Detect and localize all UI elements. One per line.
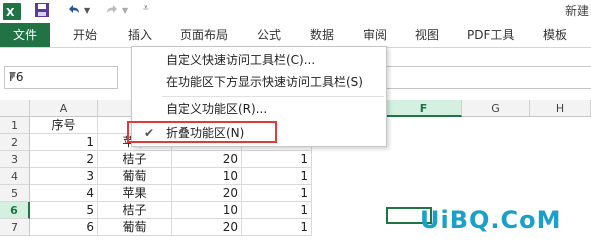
menu-item-customize-qat[interactable]: 自定义快速访问工具栏(C)... [132,49,386,71]
excel-app-icon: X [3,3,21,23]
cell[interactable]: 1 [242,151,312,168]
tab-page-layout[interactable]: 页面布局 [180,23,228,47]
redo-icon[interactable] [104,2,120,21]
tab-view[interactable]: 视图 [415,23,439,47]
row-header[interactable]: 5 [0,185,30,202]
menu-item-label: 自定义功能区(R)... [166,102,268,116]
chevron-down-icon[interactable]: ▼ [9,71,114,81]
select-all-corner[interactable] [0,100,30,117]
cell[interactable]: 10 [172,202,242,219]
tab-file[interactable]: 文件 [0,23,50,47]
annotation-highlight-box [127,121,277,143]
row-header[interactable]: 4 [0,168,30,185]
undo-dropdown-icon[interactable]: ▼ [84,6,90,15]
menu-separator [162,96,384,97]
cell[interactable]: 葡萄 [98,219,172,236]
menu-item-label: 在功能区下方显示快速访问工具栏(S) [166,75,363,89]
cell[interactable]: 20 [172,185,242,202]
tab-home[interactable]: 开始 [73,23,97,47]
ribbon-tabs: 文件 开始 插入 页面布局 公式 数据 审阅 视图 PDF工具 模板 [0,23,591,48]
name-box[interactable]: F6 ▼ [4,66,118,89]
column-header-selected[interactable]: F [386,100,462,117]
column-header[interactable]: A [30,100,98,117]
cell[interactable]: 2 [30,151,98,168]
cell[interactable]: 10 [172,168,242,185]
tab-review[interactable]: 审阅 [363,23,387,47]
menu-item-customize-ribbon[interactable]: 自定义功能区(R)... [132,98,386,120]
cell[interactable]: 4 [30,185,98,202]
cell[interactable]: 20 [172,219,242,236]
cell[interactable]: 3 [30,168,98,185]
svg-text:X: X [6,6,15,19]
cell[interactable]: 1 [242,168,312,185]
cell[interactable]: 桔子 [98,151,172,168]
menu-item-label: 自定义快速访问工具栏(C)... [166,53,316,67]
row-header[interactable]: 1 [0,117,30,134]
cell[interactable]: 苹果 [98,185,172,202]
cell[interactable]: 5 [30,202,98,219]
cell[interactable]: 葡萄 [98,168,172,185]
watermark: UiBQ.CoM [420,206,591,242]
undo-icon[interactable] [66,2,82,21]
watermark-text: UiBQ.CoM [420,206,562,234]
row-header-selected[interactable]: 6 [0,202,30,219]
cell[interactable]: 序号 [30,117,98,134]
tab-formulas[interactable]: 公式 [257,23,281,47]
save-icon[interactable] [34,2,50,21]
formula-bar[interactable] [386,66,591,89]
menu-item-show-qat-below[interactable]: 在功能区下方显示快速访问工具栏(S) [132,71,386,93]
tab-insert[interactable]: 插入 [128,23,152,47]
cell[interactable]: 20 [172,151,242,168]
row-header[interactable]: 3 [0,151,30,168]
tab-pdf-tools[interactable]: PDF工具 [467,23,514,47]
cell[interactable]: 1 [242,202,312,219]
row-header[interactable]: 2 [0,134,30,151]
window-title: 新建 [564,4,589,18]
cell[interactable]: 1 [242,219,312,236]
tab-templates[interactable]: 模板 [543,23,567,47]
cell[interactable]: 1 [242,185,312,202]
cell[interactable]: 1 [30,134,98,151]
column-header[interactable]: G [462,100,530,117]
row-header[interactable]: 7 [0,219,30,236]
cell[interactable]: 桔子 [98,202,172,219]
quick-access-toolbar: X ▼ ▼ ⩡ 新建 [0,0,591,23]
tab-data[interactable]: 数据 [310,23,334,47]
cell[interactable]: 6 [30,219,98,236]
column-header[interactable]: H [530,100,591,117]
redo-dropdown-icon[interactable]: ▼ [122,6,128,15]
customize-qat-icon[interactable]: ⩡ [143,3,149,14]
